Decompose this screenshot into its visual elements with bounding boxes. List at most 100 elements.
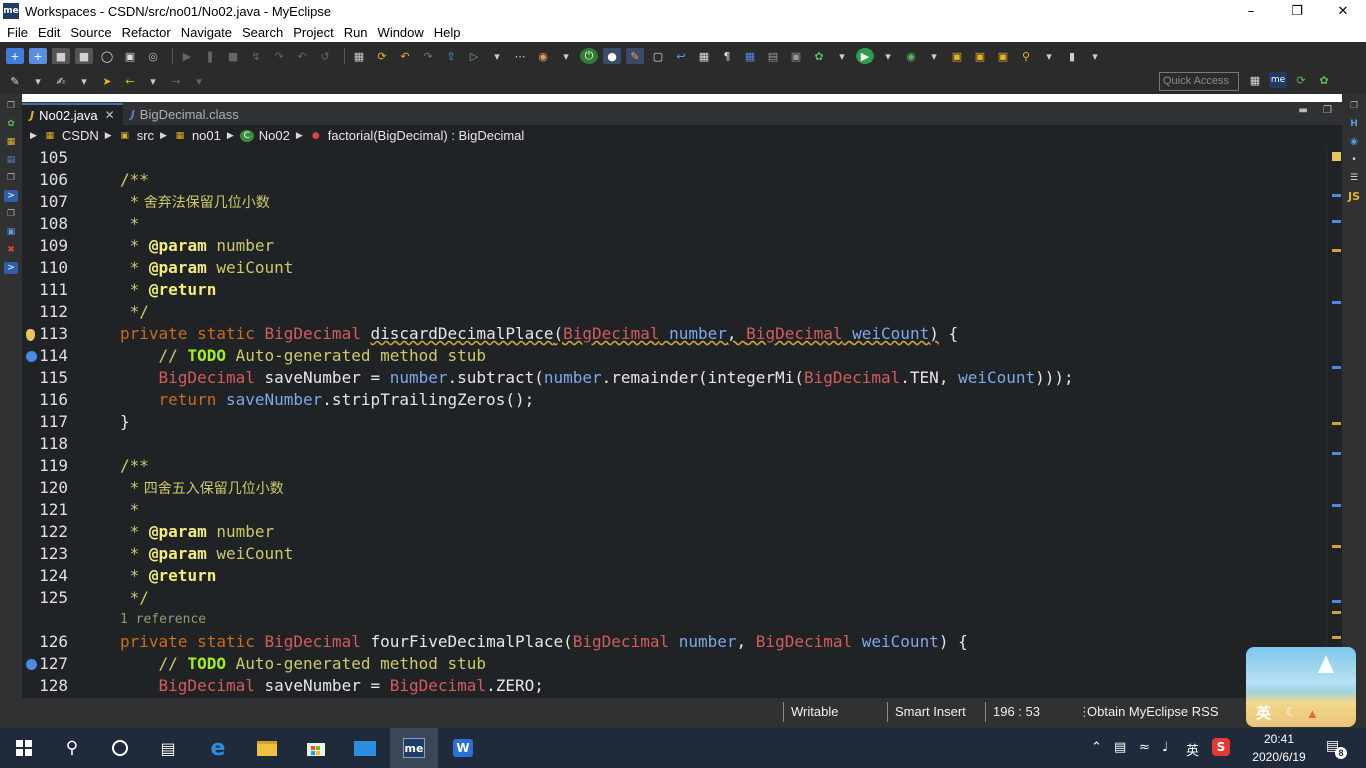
- task-marker[interactable]: [1332, 366, 1341, 369]
- snippets-icon[interactable]: •: [1347, 154, 1361, 166]
- breadcrumb-item-src[interactable]: ▶ ▣ src: [105, 128, 154, 143]
- file-explorer-icon[interactable]: [243, 728, 291, 768]
- dropdown-chevron-icon[interactable]: ▾: [925, 48, 943, 64]
- menu-file[interactable]: File: [2, 25, 33, 40]
- minimize-icon[interactable]: ▬: [1298, 105, 1307, 116]
- tab-bigdecimal-class[interactable]: J BigDecimal.class: [123, 103, 247, 125]
- outline-icon[interactable]: ◉: [1347, 136, 1361, 148]
- task-marker[interactable]: [1332, 600, 1341, 603]
- console-view-icon[interactable]: >: [4, 190, 18, 202]
- open-folder-icon[interactable]: ▤: [764, 48, 782, 64]
- highlight-icon[interactable]: ✎: [626, 48, 644, 64]
- breadcrumb-item-package[interactable]: ▶ ▦ no01: [160, 128, 221, 143]
- save-icon[interactable]: ■: [52, 48, 70, 64]
- menu-navigate[interactable]: Navigate: [176, 25, 237, 40]
- pilcrow-icon[interactable]: ¶: [718, 48, 736, 64]
- power-icon[interactable]: ⏻: [580, 48, 598, 64]
- code-editor[interactable]: 105 106 107 108 109 110 111 112 113 114 …: [22, 146, 1342, 698]
- camera-icon[interactable]: ▣: [787, 48, 805, 64]
- warning-marker[interactable]: [1332, 249, 1341, 252]
- minimize-icon[interactable]: –: [1228, 0, 1274, 22]
- obtain-rss-link[interactable]: Obtain MyEclipse RSS: [1087, 704, 1219, 719]
- build-icon[interactable]: ▦: [350, 48, 368, 64]
- dropdown-chevron-icon[interactable]: ▾: [29, 73, 47, 89]
- server-run-icon[interactable]: ▷: [465, 48, 483, 64]
- taskbar-clock[interactable]: 20:41 2020/6/19: [1248, 730, 1310, 766]
- debug-perspective-icon[interactable]: ✿: [1315, 72, 1333, 88]
- task-marker-icon[interactable]: [26, 351, 37, 362]
- task-marker[interactable]: [1332, 504, 1341, 507]
- chevron-up-icon[interactable]: ⌃: [1091, 740, 1102, 755]
- block-select-icon[interactable]: ▢: [649, 48, 667, 64]
- back-arrow-icon[interactable]: ←: [121, 73, 139, 89]
- server-icon[interactable]: ◯: [98, 48, 116, 64]
- show-whitespace-icon[interactable]: ▦: [695, 48, 713, 64]
- java-perspective-icon[interactable]: ⟳: [1292, 72, 1310, 88]
- tab-no02-java[interactable]: J No02.java ✕: [22, 103, 123, 125]
- new-icon[interactable]: +: [6, 48, 24, 64]
- search-icon[interactable]: ⚲: [48, 728, 96, 768]
- input-method-skin-widget[interactable]: 英 ☾ ▲: [1246, 647, 1356, 727]
- javascript-icon[interactable]: JS: [1347, 190, 1361, 203]
- restore-icon[interactable]: ❐: [1347, 100, 1361, 112]
- forward-arrow-icon[interactable]: →: [167, 73, 185, 89]
- resume-icon[interactable]: ▶: [178, 48, 196, 64]
- windows-start-icon[interactable]: [0, 728, 48, 768]
- menu-help[interactable]: Help: [429, 25, 466, 40]
- task-marker-icon[interactable]: [26, 659, 37, 670]
- menu-edit[interactable]: Edit: [33, 25, 65, 40]
- step-return-icon[interactable]: ↺: [316, 48, 334, 64]
- search-icon[interactable]: ⚲: [1017, 48, 1035, 64]
- refresh-icon[interactable]: ⟳: [373, 48, 391, 64]
- task-marker[interactable]: [1332, 301, 1341, 304]
- word-wrap-icon[interactable]: ↩: [672, 48, 690, 64]
- package-explorer-icon[interactable]: ▦: [4, 136, 18, 148]
- menu-project[interactable]: Project: [288, 25, 338, 40]
- restore-icon[interactable]: ❐: [4, 172, 18, 184]
- sogou-input-icon[interactable]: S: [1212, 738, 1230, 756]
- close-icon[interactable]: ✕: [1320, 0, 1366, 22]
- status-cursor-position[interactable]: 196 : 53: [993, 704, 1040, 719]
- pin-icon[interactable]: ▮: [1063, 48, 1081, 64]
- warning-marker[interactable]: [1332, 636, 1341, 639]
- network-icon[interactable]: ▤: [1114, 740, 1126, 755]
- servers-view-icon[interactable]: ▤: [4, 154, 18, 166]
- volume-icon[interactable]: ♩: [1162, 740, 1168, 755]
- dropdown-chevron-icon[interactable]: ▾: [488, 48, 506, 64]
- terminal-icon[interactable]: ▣: [4, 226, 18, 238]
- myeclipse-taskbar-icon[interactable]: me: [390, 728, 438, 768]
- undo-icon[interactable]: ↶: [396, 48, 414, 64]
- warning-marker[interactable]: [1332, 545, 1341, 548]
- warning-marker[interactable]: [1332, 611, 1341, 614]
- cortana-icon[interactable]: [96, 728, 144, 768]
- toggle-mark-occurrences-icon[interactable]: ●: [603, 48, 621, 64]
- open-perspective-icon[interactable]: ▦: [1246, 72, 1264, 88]
- menu-refactor[interactable]: Refactor: [117, 25, 176, 40]
- dropdown-chevron-icon[interactable]: ▾: [557, 48, 575, 64]
- new-package-icon[interactable]: +: [29, 48, 47, 64]
- hierarchy-icon[interactable]: H: [1347, 118, 1361, 130]
- status-insert-mode[interactable]: Smart Insert: [895, 704, 966, 719]
- last-edit-location-icon[interactable]: ➤: [98, 73, 116, 89]
- palette-icon[interactable]: ◉: [534, 48, 552, 64]
- input-language-indicator[interactable]: 英: [1186, 740, 1199, 759]
- maximize-icon[interactable]: ❐: [1274, 0, 1320, 22]
- edit-marker-icon[interactable]: ✍: [52, 73, 70, 89]
- annotation-icon[interactable]: ✎: [6, 73, 24, 89]
- reference-count-link[interactable]: 1 reference: [120, 612, 206, 627]
- breadcrumb-item-project[interactable]: ▶ ▦ CSDN: [30, 128, 99, 143]
- run-icon[interactable]: ▶: [856, 48, 874, 64]
- breadcrumb-item-class[interactable]: ▶ C No02: [227, 128, 290, 143]
- task-marker[interactable]: [1332, 220, 1341, 223]
- lightbulb-icon[interactable]: [26, 329, 35, 341]
- dropdown-chevron-icon[interactable]: ▾: [75, 73, 93, 89]
- layout-icon[interactable]: ▦: [741, 48, 759, 64]
- open-console-icon[interactable]: ▣: [121, 48, 139, 64]
- new-java-class-icon[interactable]: ▣: [994, 48, 1012, 64]
- close-icon[interactable]: ✕: [105, 108, 115, 122]
- mail-icon[interactable]: [341, 728, 389, 768]
- overview-ruler[interactable]: [1326, 146, 1342, 698]
- breadcrumb-item-method[interactable]: ▶ ● factorial(BigDecimal) : BigDecimal: [296, 128, 524, 143]
- task-marker[interactable]: [1332, 194, 1341, 197]
- deploy-icon[interactable]: ⇧: [442, 48, 460, 64]
